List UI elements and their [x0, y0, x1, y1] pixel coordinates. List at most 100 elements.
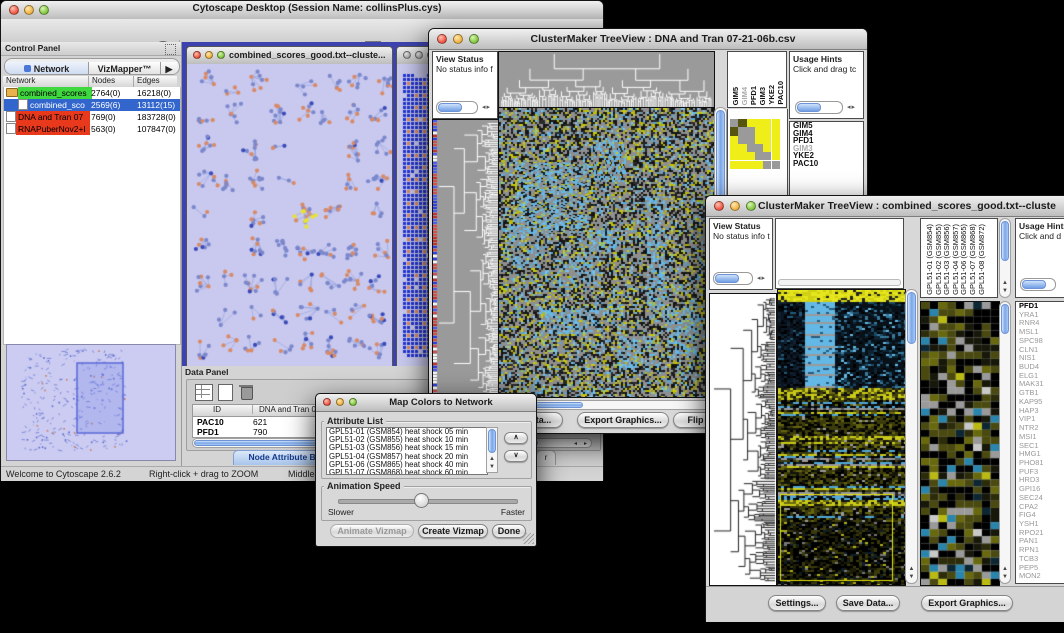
- table-mode-icon[interactable]: [195, 384, 213, 401]
- scroll-down-icon[interactable]: ▼: [487, 464, 497, 471]
- matrix-cell[interactable]: [730, 119, 738, 127]
- matrix-cell[interactable]: [738, 136, 746, 144]
- matrix-cell[interactable]: [763, 136, 771, 144]
- close-icon[interactable]: [9, 5, 19, 15]
- main-titlebar[interactable]: Cytoscape Desktop (Session Name: collins…: [1, 1, 603, 20]
- network-row[interactable]: combined_sco2569(6)13112(15): [4, 99, 180, 111]
- tv1-zoom-heatmap[interactable]: [730, 119, 780, 169]
- network-frame-1[interactable]: combined_scores_good.txt--cluste...: [186, 46, 393, 369]
- matrix-cell[interactable]: [763, 161, 771, 169]
- scrollbar-thumb[interactable]: [715, 274, 739, 283]
- partial-tab[interactable]: r: [536, 450, 556, 465]
- matrix-cell[interactable]: [738, 152, 746, 160]
- matrix-cell[interactable]: [755, 161, 763, 169]
- minimize-icon[interactable]: [205, 51, 213, 59]
- tv2-collabel-vscrollbar[interactable]: ▲ ▼: [999, 218, 1011, 298]
- matrix-cell[interactable]: [763, 144, 771, 152]
- matrix-cell[interactable]: [755, 127, 763, 135]
- birdseye-view-canvas[interactable]: [6, 344, 176, 461]
- matrix-cell[interactable]: [763, 127, 771, 135]
- matrix-cell[interactable]: [730, 136, 738, 144]
- scrollbar-thumb[interactable]: [797, 103, 821, 112]
- matrix-cell[interactable]: [755, 144, 763, 152]
- button-export-graphics[interactable]: Export Graphics...: [921, 595, 1013, 611]
- tab-overflow-arrow[interactable]: ▶: [161, 62, 177, 75]
- matrix-cell[interactable]: [730, 127, 738, 135]
- matrix-cell[interactable]: [755, 152, 763, 160]
- tv2-global-vscrollbar[interactable]: ▲ ▼: [905, 289, 918, 584]
- matrix-cell[interactable]: [747, 127, 755, 135]
- button-settings[interactable]: Settings...: [768, 595, 826, 611]
- tv1-status-scrollbar[interactable]: ◂▸: [436, 101, 478, 114]
- scroll-arrows-icon[interactable]: ◂▸: [757, 274, 766, 282]
- scrollbar-thumb[interactable]: [1001, 304, 1009, 334]
- network-row[interactable]: DNA and Tran 07769(0)183728(0): [4, 111, 180, 123]
- matrix-cell[interactable]: [747, 119, 755, 127]
- close-icon[interactable]: [193, 51, 201, 59]
- move-up-button[interactable]: ∧: [504, 432, 528, 444]
- scroll-up-icon[interactable]: ▲: [487, 456, 497, 463]
- tv2-status-scrollbar[interactable]: ◂▸: [713, 272, 753, 285]
- scroll-right-icon[interactable]: ▸: [584, 440, 587, 447]
- network-row[interactable]: combined_scores2764(0)16218(0): [4, 87, 180, 99]
- resize-grip[interactable]: [523, 533, 534, 544]
- tv2-top-hscrollbar[interactable]: [778, 279, 901, 286]
- tv1-column-dendrogram-canvas[interactable]: [498, 51, 715, 109]
- scroll-arrows-icon[interactable]: ◂▸: [847, 103, 856, 111]
- matrix-cell[interactable]: [747, 144, 755, 152]
- close-icon[interactable]: [714, 201, 724, 211]
- tv2-row-dendrogram-canvas[interactable]: [709, 293, 777, 586]
- matrix-cell[interactable]: [747, 161, 755, 169]
- matrix-cell[interactable]: [738, 144, 746, 152]
- tv2-hints-scrollbar[interactable]: [1020, 278, 1056, 291]
- scrollbar-thumb[interactable]: [488, 429, 496, 453]
- scroll-left-icon[interactable]: ◂: [574, 440, 577, 447]
- minimize-icon[interactable]: [336, 398, 344, 406]
- scroll-down-icon[interactable]: ▼: [1000, 574, 1010, 581]
- maximize-icon[interactable]: [746, 201, 756, 211]
- minimize-icon[interactable]: [24, 5, 34, 15]
- scroll-down-icon[interactable]: ▼: [906, 574, 917, 581]
- scrollbar-thumb[interactable]: [907, 292, 916, 344]
- tv2-titlebar[interactable]: ClusterMaker TreeView : combined_scores_…: [706, 196, 1064, 217]
- button-export-graphics[interactable]: Export Graphics...: [577, 412, 669, 428]
- matrix-cell[interactable]: [763, 152, 771, 160]
- matrix-cell[interactable]: [755, 119, 763, 127]
- scroll-up-icon[interactable]: ▲: [1000, 566, 1010, 573]
- close-icon[interactable]: [323, 398, 331, 406]
- close-icon[interactable]: [437, 34, 447, 44]
- tab-network[interactable]: Network: [5, 62, 89, 75]
- minimize-icon[interactable]: [730, 201, 740, 211]
- matrix-cell[interactable]: [730, 161, 738, 169]
- new-attribute-icon[interactable]: [218, 384, 233, 401]
- tv1-hints-scrollbar[interactable]: ◂▸: [795, 101, 843, 114]
- minimize-icon[interactable]: [453, 34, 463, 44]
- minimize-icon[interactable]: [415, 51, 423, 59]
- maximize-icon[interactable]: [217, 51, 225, 59]
- matrix-cell[interactable]: [738, 161, 746, 169]
- matrix-cell[interactable]: [772, 161, 780, 169]
- matrix-cell[interactable]: [747, 152, 755, 160]
- scrollbar-thumb[interactable]: [1022, 280, 1046, 289]
- button-done[interactable]: Done: [492, 524, 526, 538]
- delete-attribute-icon[interactable]: [239, 384, 253, 399]
- matrix-cell[interactable]: [730, 152, 738, 160]
- matrix-cell[interactable]: [755, 136, 763, 144]
- matrix-cell[interactable]: [772, 136, 780, 144]
- attribute-list-vscrollbar[interactable]: ▲ ▼: [486, 427, 498, 473]
- tv2-gene-vscrollbar[interactable]: ▲ ▼: [999, 301, 1011, 584]
- matrix-cell[interactable]: [730, 144, 738, 152]
- tv1-titlebar[interactable]: ClusterMaker TreeView : DNA and Tran 07-…: [429, 29, 867, 50]
- matrix-cell[interactable]: [772, 119, 780, 127]
- scrollbar-thumb[interactable]: [1001, 221, 1009, 261]
- button-create-vizmap[interactable]: Create Vizmap: [418, 524, 488, 538]
- close-icon[interactable]: [403, 51, 411, 59]
- matrix-cell[interactable]: [747, 136, 755, 144]
- matrix-cell[interactable]: [763, 119, 771, 127]
- network-row[interactable]: RNAPuberNov2+I563(0)107847(0): [4, 123, 180, 135]
- float-panel-icon[interactable]: [165, 44, 176, 55]
- matrix-cell[interactable]: [738, 127, 746, 135]
- button-save-data[interactable]: Save Data...: [836, 595, 900, 611]
- scroll-up-icon[interactable]: ▲: [906, 566, 917, 573]
- matrix-cell[interactable]: [738, 119, 746, 127]
